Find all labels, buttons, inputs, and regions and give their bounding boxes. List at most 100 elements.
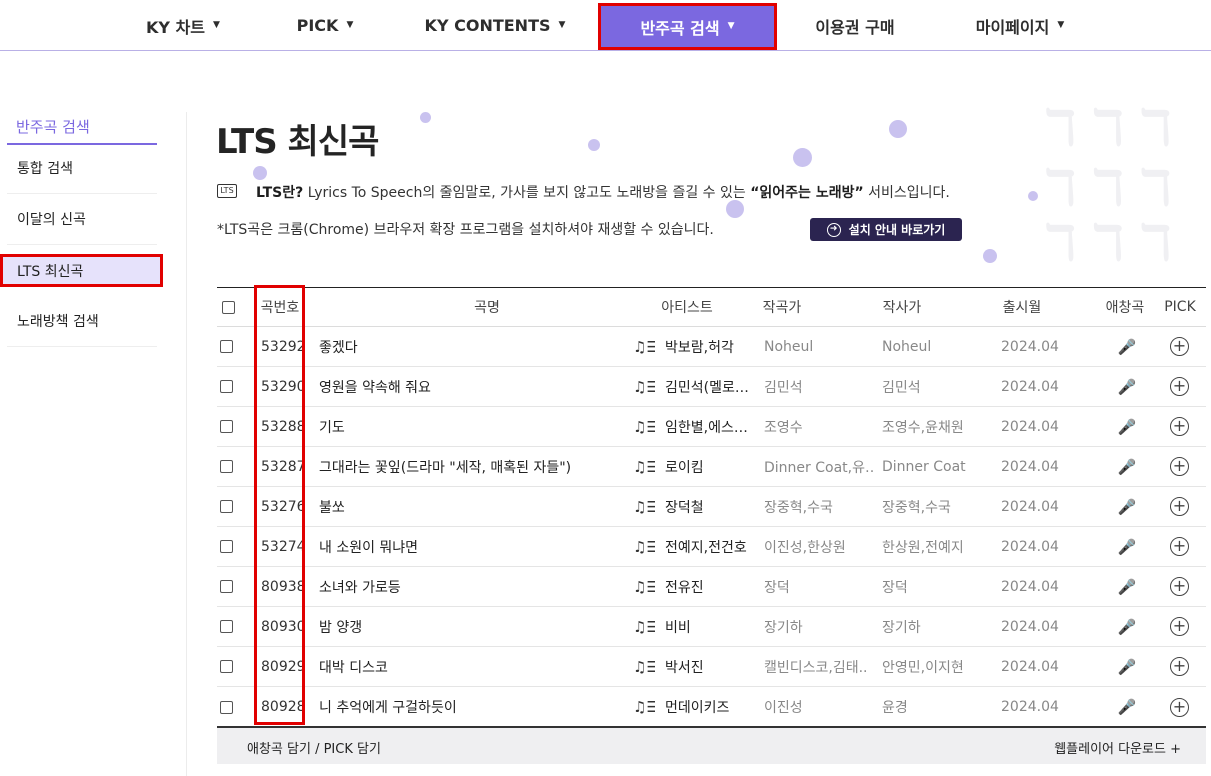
song-title[interactable]: 그대라는 꽃잎(드라마 "세작, 매혹된 자들") bbox=[319, 447, 629, 486]
microphone-icon[interactable]: 🎤 bbox=[1115, 527, 1139, 566]
song-artist[interactable]: 비비 bbox=[665, 607, 749, 646]
add-pick-icon[interactable]: + bbox=[1170, 497, 1189, 516]
add-pick-icon[interactable]: + bbox=[1170, 617, 1189, 636]
row-checkbox[interactable] bbox=[220, 500, 233, 513]
lyrics-icon[interactable]: ♫☰ bbox=[633, 407, 655, 446]
lyrics-icon[interactable]: ♫☰ bbox=[633, 687, 655, 727]
microphone-icon[interactable]: 🎤 bbox=[1115, 687, 1139, 727]
add-pick-icon[interactable]: + bbox=[1170, 377, 1189, 396]
song-title[interactable]: 좋겠다 bbox=[319, 327, 629, 366]
row-checkbox[interactable] bbox=[220, 380, 233, 393]
divider bbox=[186, 112, 187, 776]
song-title[interactable]: 밤 양갱 bbox=[319, 607, 629, 646]
song-title[interactable]: 니 추억에게 구걸하듯이 bbox=[319, 687, 629, 727]
decor-dot bbox=[726, 200, 744, 218]
row-checkbox[interactable] bbox=[220, 460, 233, 473]
lyrics-icon[interactable]: ♫☰ bbox=[633, 567, 655, 606]
webplayer-download-button[interactable]: 웹플레이어 다운로드 + bbox=[1054, 738, 1181, 757]
song-title[interactable]: 기도 bbox=[319, 407, 629, 446]
song-artist[interactable]: 전예지,전건호 bbox=[665, 527, 749, 566]
song-number-highlight bbox=[254, 285, 305, 725]
add-pick-icon[interactable]: + bbox=[1170, 537, 1189, 556]
col-date: 출시월 bbox=[1002, 300, 1042, 316]
lts-desc-tail: 서비스입니다. bbox=[863, 185, 950, 201]
table-row: 53274 내 소원이 뭐냐면 ♫☰ 전예지,전건호 이진성,한상원 한상원,전… bbox=[217, 527, 1206, 567]
song-artist[interactable]: 전유진 bbox=[665, 567, 749, 606]
song-artist[interactable]: 임한별,에스… bbox=[665, 407, 749, 446]
decor-dot bbox=[253, 166, 267, 180]
song-lyricist: Noheul bbox=[882, 338, 932, 355]
microphone-icon[interactable]: 🎤 bbox=[1115, 647, 1139, 686]
microphone-icon[interactable]: 🎤 bbox=[1115, 447, 1139, 486]
lts-badge-icon: LTS bbox=[217, 184, 237, 198]
row-checkbox[interactable] bbox=[220, 540, 233, 553]
lyrics-icon[interactable]: ♫☰ bbox=[633, 527, 655, 566]
nav-ky-chart[interactable]: KY 차트 ▼ bbox=[128, 0, 238, 51]
table-header: 곡번호 곡명 아티스트 작곡가 작사가 출시월 애창곡 PICK bbox=[217, 287, 1206, 327]
lts-desc-quote: “읽어주는 노래방” bbox=[750, 185, 864, 201]
song-artist[interactable]: 먼데이키즈 bbox=[665, 687, 749, 727]
song-artist[interactable]: 김민석(멜로… bbox=[665, 367, 749, 406]
table-row: 80929 대박 디스코 ♫☰ 박서진 캘빈디스코,김태.. 안영민,이지현 2… bbox=[217, 647, 1206, 687]
song-artist[interactable]: 장덕철 bbox=[665, 487, 749, 526]
lyrics-icon[interactable]: ♫☰ bbox=[633, 647, 655, 686]
song-date: 2024.04 bbox=[1001, 338, 1059, 355]
song-title[interactable]: 영원을 약속해 줘요 bbox=[319, 367, 629, 406]
add-pick-icon[interactable]: + bbox=[1170, 337, 1189, 356]
microphone-icon[interactable]: 🎤 bbox=[1115, 567, 1139, 606]
song-title[interactable]: 불쏘 bbox=[319, 487, 629, 526]
decor-dot bbox=[793, 148, 812, 167]
sidebar-item-total-search[interactable]: 통합 검색 bbox=[7, 143, 157, 194]
microphone-icon[interactable]: 🎤 bbox=[1115, 487, 1139, 526]
microphone-icon[interactable]: 🎤 bbox=[1115, 327, 1139, 366]
row-checkbox[interactable] bbox=[220, 340, 233, 353]
song-lyricist: 윤경 bbox=[882, 700, 908, 716]
add-pick-icon[interactable]: + bbox=[1170, 457, 1189, 476]
install-guide-label: 설치 안내 바로가기 bbox=[848, 223, 946, 237]
sidebar-item-lts-latest[interactable]: LTS 최신곡 bbox=[0, 254, 163, 287]
nav-pick[interactable]: PICK ▼ bbox=[280, 0, 370, 51]
microphone-icon[interactable]: 🎤 bbox=[1115, 367, 1139, 406]
song-artist[interactable]: 박서진 bbox=[665, 647, 749, 686]
col-pick: PICK bbox=[1164, 299, 1196, 315]
row-checkbox[interactable] bbox=[220, 620, 233, 633]
song-date: 2024.04 bbox=[1001, 418, 1059, 435]
table-row: 80930 밤 양갱 ♫☰ 비비 장기하 장기하 2024.04 🎤 + bbox=[217, 607, 1206, 647]
nav-mypage[interactable]: 마이페이지 ▼ bbox=[955, 0, 1085, 51]
select-all-checkbox[interactable] bbox=[221, 300, 235, 314]
song-title[interactable]: 소녀와 가로등 bbox=[319, 567, 629, 606]
song-artist[interactable]: 박보람,허각 bbox=[665, 327, 749, 366]
row-checkbox[interactable] bbox=[220, 660, 233, 673]
arrow-right-icon: ➜ bbox=[826, 222, 841, 237]
nav-song-search[interactable]: 반주곡 검색 ▼ bbox=[598, 3, 777, 50]
row-checkbox[interactable] bbox=[220, 700, 233, 714]
lyrics-icon[interactable]: ♫☰ bbox=[633, 327, 655, 366]
microphone-icon[interactable]: 🎤 bbox=[1115, 607, 1139, 646]
song-composer: Noheul bbox=[764, 338, 814, 355]
lts-desc-text: Lyrics To Speech의 줄임말로, 가사를 보지 않고도 노래방을 … bbox=[303, 185, 751, 201]
row-checkbox[interactable] bbox=[220, 580, 233, 593]
sidebar-item-monthly-new[interactable]: 이달의 신곡 bbox=[7, 194, 157, 245]
lyrics-icon[interactable]: ♫☰ bbox=[633, 607, 655, 646]
add-favorite-pick-button[interactable]: 애창곡 담기 / PICK 담기 bbox=[247, 738, 381, 757]
nav-subscription[interactable]: 이용권 구매 bbox=[800, 0, 910, 51]
song-artist[interactable]: 로이킴 bbox=[665, 447, 749, 486]
sidebar-item-songbook-search[interactable]: 노래방책 검색 bbox=[7, 296, 157, 347]
add-pick-icon[interactable]: + bbox=[1170, 417, 1189, 436]
song-title[interactable]: 대박 디스코 bbox=[319, 647, 629, 686]
nav-ky-contents[interactable]: KY CONTENTS ▼ bbox=[410, 0, 580, 51]
song-date: 2024.04 bbox=[1001, 699, 1059, 715]
lyrics-icon[interactable]: ♫☰ bbox=[633, 487, 655, 526]
add-pick-icon[interactable]: + bbox=[1170, 697, 1189, 717]
install-guide-button[interactable]: ➜ 설치 안내 바로가기 bbox=[810, 218, 962, 241]
decor-dot bbox=[420, 112, 431, 123]
lyrics-icon[interactable]: ♫☰ bbox=[633, 447, 655, 486]
sidebar-title: 반주곡 검색 bbox=[7, 110, 157, 145]
song-title[interactable]: 내 소원이 뭐냐면 bbox=[319, 527, 629, 566]
microphone-icon[interactable]: 🎤 bbox=[1115, 407, 1139, 446]
col-title: 곡명 bbox=[474, 300, 500, 316]
lyrics-icon[interactable]: ♫☰ bbox=[633, 367, 655, 406]
add-pick-icon[interactable]: + bbox=[1170, 577, 1189, 596]
row-checkbox[interactable] bbox=[220, 420, 233, 433]
add-pick-icon[interactable]: + bbox=[1170, 657, 1189, 676]
